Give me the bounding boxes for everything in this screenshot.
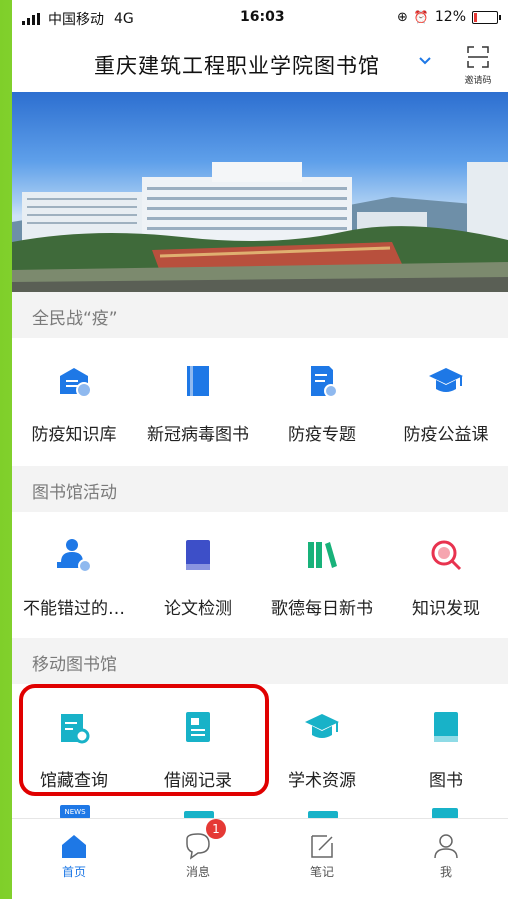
tab-label: 消息 xyxy=(185,865,210,879)
section-title: 全民战“疫” xyxy=(32,309,118,329)
grid-item-epidemic-knowledge[interactable]: 防疫知识库 xyxy=(12,362,136,482)
grid-item-label: 防疫公益课 xyxy=(403,425,489,445)
tab-notes[interactable]: 笔记 xyxy=(260,819,384,899)
grid-item-covid-books[interactable]: 新冠病毒图书 xyxy=(136,362,260,482)
section-header-mobile-library: 移动图书馆 xyxy=(12,638,508,684)
status-bar: 中国移动 4G 16:03 ⊕ ⏰ 12% xyxy=(12,0,508,36)
chevron-down-icon[interactable] xyxy=(418,54,432,68)
grid-item-label: 不能错过的… xyxy=(23,599,125,619)
home-icon xyxy=(62,835,86,858)
tab-label: 笔记 xyxy=(309,865,334,879)
grid-item-label: 论文检测 xyxy=(164,599,232,619)
grid-item-public-course[interactable]: 防疫公益课 xyxy=(384,362,508,482)
bookshelf-icon xyxy=(308,542,337,568)
campus-photo xyxy=(12,162,508,292)
grid-item-label: 知识发现 xyxy=(412,599,480,619)
app-header: 重庆建筑工程职业学院图书馆 邀请码 xyxy=(12,36,508,92)
status-time: 16:03 xyxy=(240,9,285,25)
tab-messages[interactable]: 1 消息 xyxy=(136,819,260,899)
epidemic-grid: 防疫知识库 新冠病毒图书 防疫专题 防疫公益课 xyxy=(12,362,508,482)
book-icon xyxy=(434,712,458,742)
graduation-cap-icon xyxy=(305,714,339,738)
book-icon xyxy=(187,366,209,396)
grid-item-label: 学术资源 xyxy=(288,771,356,791)
knowledge-base-icon xyxy=(60,368,92,398)
grid-item-label: 防疫专题 xyxy=(288,425,356,445)
message-badge: 1 xyxy=(206,819,226,839)
library-title[interactable]: 重庆建筑工程职业学院图书馆 xyxy=(94,50,380,80)
tab-home[interactable]: 首页 xyxy=(12,819,136,899)
grid-item-epidemic-topic[interactable]: 防疫专题 xyxy=(260,362,384,482)
section-title: 图书馆活动 xyxy=(32,483,117,503)
carrier-label: 中国移动 xyxy=(48,12,104,28)
battery-percent: 12% xyxy=(434,9,466,25)
note-icon xyxy=(311,835,333,858)
bottom-tab-bar: 首页 1 消息 笔记 我 xyxy=(12,818,508,899)
grid-item-label: 新冠病毒图书 xyxy=(147,425,249,445)
search-discover-icon xyxy=(431,540,462,571)
news-icon[interactable]: NEWS xyxy=(60,805,90,819)
invite-code-button[interactable]: 邀请码 xyxy=(458,46,498,86)
campus-banner-image[interactable] xyxy=(12,92,508,292)
grid-item-academic-resources[interactable]: 学术资源 xyxy=(260,708,384,828)
highlight-box xyxy=(19,684,269,796)
grid-item-label: 防疫知识库 xyxy=(31,425,117,445)
grid-item-label: 图书 xyxy=(429,771,463,791)
profile-icon xyxy=(434,834,458,859)
news-icon-label: NEWS xyxy=(64,808,86,816)
section-header-activities: 图书馆活动 xyxy=(12,466,508,512)
tab-label: 我 xyxy=(439,865,452,879)
phone-screen: 中国移动 4G 16:03 ⊕ ⏰ 12% 重庆建筑工程职业学院图书馆 邀请码 xyxy=(12,0,508,899)
signal-icon xyxy=(22,13,40,25)
topic-doc-icon xyxy=(311,366,338,398)
battery-icon xyxy=(472,10,501,24)
book-icon xyxy=(186,540,210,570)
scan-frame-icon xyxy=(467,46,489,68)
section-title: 移动图书馆 xyxy=(32,655,117,675)
grid-item-label: 歌德每日新书 xyxy=(271,599,373,619)
graduation-cap-icon xyxy=(429,368,463,392)
section-header-epidemic: 全民战“疫” xyxy=(12,292,508,338)
invite-code-label: 邀请码 xyxy=(464,76,492,86)
alarm-icon: ⏰ xyxy=(413,10,429,24)
tab-label: 首页 xyxy=(61,865,86,879)
network-label: 4G xyxy=(114,11,134,27)
tab-me[interactable]: 我 xyxy=(384,819,508,899)
lecturer-icon xyxy=(57,539,92,573)
screen-lock-icon: ⊕ xyxy=(397,9,408,25)
